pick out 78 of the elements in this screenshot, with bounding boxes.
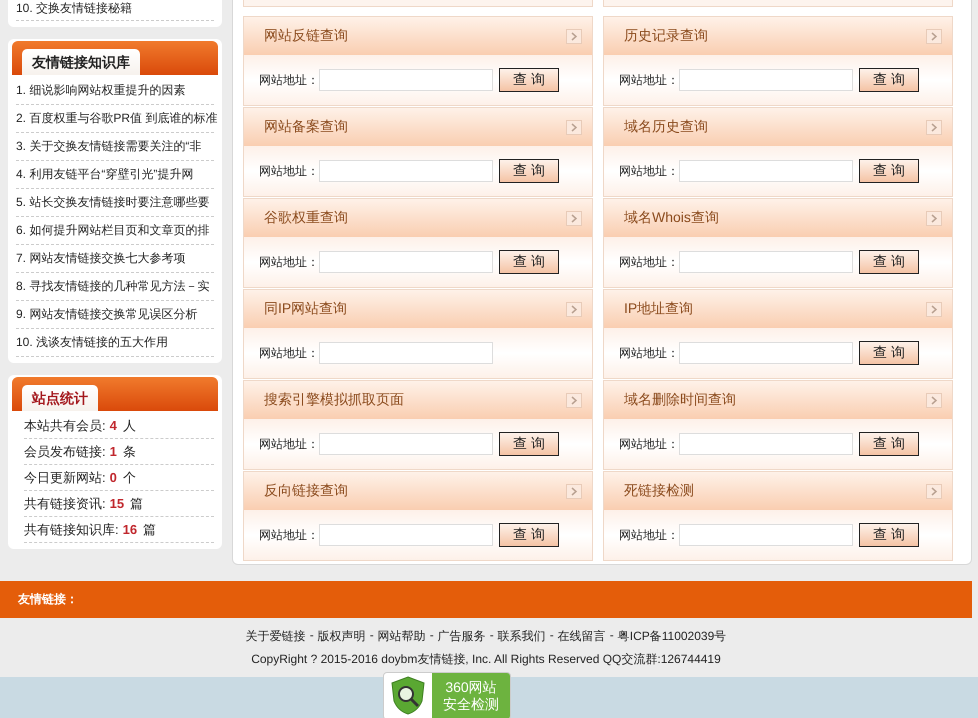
article-link[interactable]: 4. 利用友链平台“穿壁引光”提升网 <box>16 161 214 189</box>
query-button[interactable]: 查 询 <box>859 432 919 456</box>
url-field[interactable] <box>679 342 853 364</box>
field-label: 网站地址： <box>259 72 319 88</box>
field-label: 网站地址： <box>619 436 679 452</box>
field-label: 网站地址： <box>259 526 319 544</box>
card-title: 历史记录查询 <box>624 27 708 45</box>
field-label: 网站地址： <box>259 436 319 452</box>
stat-row: 共有链接知识库: 16 篇 <box>24 517 214 543</box>
query-button[interactable]: 查 询 <box>859 250 919 274</box>
card-title: 搜索引擎模拟抓取页面 <box>264 391 404 409</box>
query-button[interactable]: 查 询 <box>499 159 559 183</box>
separator: - <box>550 628 554 644</box>
footer-link[interactable]: 广告服务 <box>438 628 486 644</box>
field-label: 网站地址： <box>619 72 679 88</box>
url-field[interactable] <box>319 433 493 455</box>
article-link[interactable]: 7. 网站友情链接交换七大参考项 <box>16 245 214 273</box>
card-title: 网站备案查询 <box>264 118 348 136</box>
copyright-text: CopyRight ? 2015-2016 doybm友情链接, Inc. All Rights Reserved QQ交流群:126744419 <box>251 650 721 668</box>
url-field[interactable] <box>679 251 853 273</box>
field-label: 网站地址： <box>259 162 319 180</box>
query-button[interactable]: 查 询 <box>499 68 559 92</box>
card-title: 域名历史查询 <box>624 118 708 136</box>
query-button[interactable]: 查 询 <box>859 68 919 92</box>
query-button[interactable]: 查 询 <box>499 250 559 274</box>
separator: - <box>370 628 374 644</box>
separator: - <box>490 628 494 644</box>
separator: - <box>430 628 434 644</box>
article-link[interactable]: 8. 寻找友情链接的几种常见方法－实 <box>16 273 214 301</box>
field-label: 网站地址： <box>619 162 679 180</box>
badge-text: 安全检测 <box>443 696 499 713</box>
badge-text: 360网站 <box>445 679 497 696</box>
footer-link[interactable]: 在线留言 <box>558 628 606 644</box>
url-field[interactable] <box>679 160 853 182</box>
separator: - <box>610 628 614 644</box>
url-field[interactable] <box>679 69 853 91</box>
url-field[interactable] <box>319 342 493 364</box>
stat-row: 今日更新网站: 0 个 <box>24 465 214 491</box>
article-link[interactable]: 9. 网站友情链接交换常见误区分析 <box>16 301 214 329</box>
card-title: 谷歌权重查询 <box>264 209 348 227</box>
article-link[interactable]: 10. 浅谈友情链接的五大作用 <box>16 329 214 357</box>
card-title: 死链接检测 <box>624 482 694 500</box>
field-label: 网站地址： <box>259 344 319 362</box>
url-field[interactable] <box>679 433 853 455</box>
footer-link[interactable]: 版权声明 <box>318 628 366 644</box>
card-title: 反向链接查询 <box>264 482 348 500</box>
friend-links-label: 友情链接： <box>18 591 78 608</box>
query-button[interactable]: 查 询 <box>499 523 559 547</box>
url-field[interactable] <box>319 251 493 273</box>
url-field[interactable] <box>319 524 493 546</box>
query-button[interactable]: 查 询 <box>859 341 919 365</box>
article-link[interactable]: 5. 站长交换友情链接时要注意哪些要 <box>16 189 214 217</box>
article-link[interactable]: 3. 关于交换友情链接需要关注的“非 <box>16 133 214 161</box>
field-label: 网站地址： <box>619 526 679 544</box>
card-title: IP地址查询 <box>624 300 694 318</box>
separator: - <box>310 628 314 644</box>
footer-link[interactable]: 网站帮助 <box>378 628 426 644</box>
url-field[interactable] <box>319 160 493 182</box>
footer-link[interactable]: 关于爱链接 <box>246 628 306 644</box>
query-button[interactable]: 查 询 <box>859 159 919 183</box>
url-field[interactable] <box>679 524 853 546</box>
stat-row: 共有链接资讯: 15 篇 <box>24 491 214 517</box>
card-title: 域名删除时间查询 <box>624 391 736 409</box>
article-link[interactable]: 1. 细说影响网站权重提升的因素 <box>16 77 214 105</box>
footer-link[interactable]: 粤ICP备11002039号 <box>618 628 726 644</box>
card-title: 网站反链查询 <box>264 27 348 45</box>
article-link[interactable]: 6. 如何提升网站栏目页和文章页的排 <box>16 217 214 245</box>
query-button[interactable]: 查 询 <box>499 432 559 456</box>
url-field[interactable] <box>319 69 493 91</box>
footer-link[interactable]: 联系我们 <box>498 628 546 644</box>
card-title: 同IP网站查询 <box>264 300 348 318</box>
stat-row: 本站共有会员: 4 人 <box>24 413 214 439</box>
card-title: 域名Whois查询 <box>624 209 719 227</box>
field-label: 网站地址： <box>619 254 679 270</box>
field-label: 网站地址： <box>619 344 679 362</box>
field-label: 网站地址： <box>259 254 319 270</box>
query-button[interactable]: 查 询 <box>859 523 919 547</box>
stat-row: 会员发布链接: 1 条 <box>24 439 214 465</box>
